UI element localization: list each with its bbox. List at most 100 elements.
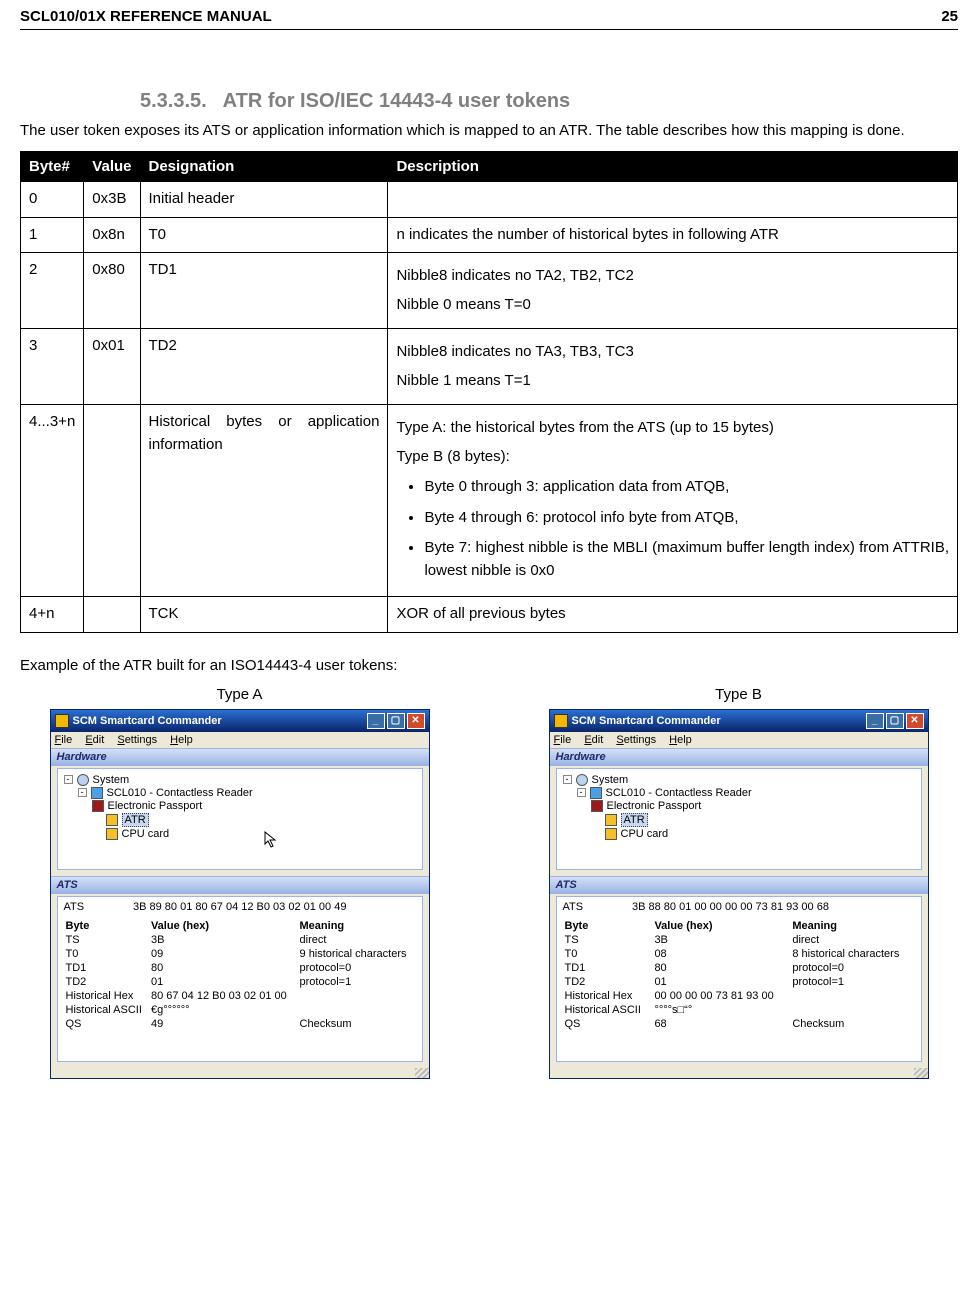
- cell-line: Nibble8 indicates no TA2, TB2, TC2: [396, 265, 949, 288]
- expand-icon[interactable]: -: [563, 775, 572, 784]
- tree-atr-selected[interactable]: ATR: [621, 813, 648, 827]
- cell-line: Type B (8 bytes):: [396, 446, 949, 469]
- cell: 01: [652, 975, 790, 989]
- cell: Nibble8 indicates no TA3, TB3, TC3 Nibbl…: [388, 329, 958, 405]
- cpu-icon: [106, 828, 118, 840]
- maximize-button[interactable]: ▢: [886, 713, 904, 729]
- menu-edit[interactable]: Edit: [85, 734, 104, 746]
- tree-passport[interactable]: Electronic Passport: [607, 800, 702, 812]
- cell: direct: [790, 933, 914, 947]
- cell: 3B: [652, 933, 790, 947]
- cell: TS: [64, 933, 149, 947]
- hardware-tree[interactable]: -System -SCL010 - Contactless Reader Ele…: [556, 768, 922, 870]
- cell: protocol=0: [790, 961, 914, 975]
- passport-icon: [591, 800, 603, 812]
- menu-help[interactable]: Help: [669, 734, 692, 746]
- app-icon: [55, 714, 69, 728]
- close-button[interactable]: ✕: [407, 713, 425, 729]
- menubar: File Edit Settings Help: [51, 732, 429, 748]
- th-byte: Byte#: [21, 152, 84, 182]
- minimize-button[interactable]: _: [367, 713, 385, 729]
- list-item: Byte 7: highest nibble is the MBLI (maxi…: [424, 537, 949, 582]
- tree-cpu[interactable]: CPU card: [122, 828, 170, 840]
- cell: 0x8n: [84, 217, 140, 253]
- cell-line: Nibble 1 means T=1: [396, 370, 949, 393]
- hardware-header: Hardware: [51, 748, 429, 766]
- minimize-button[interactable]: _: [866, 713, 884, 729]
- system-icon: [576, 774, 588, 786]
- table-row: 4+n TCK XOR of all previous bytes: [21, 597, 958, 633]
- cell-line: Type A: the historical bytes from the AT…: [396, 417, 949, 440]
- menubar: File Edit Settings Help: [550, 732, 928, 748]
- cell: [298, 1003, 416, 1017]
- col-meaning: Meaning: [298, 919, 416, 933]
- tree-system[interactable]: System: [93, 774, 130, 786]
- menu-edit[interactable]: Edit: [584, 734, 603, 746]
- tree-cpu[interactable]: CPU card: [621, 828, 669, 840]
- col-value: Value (hex): [652, 919, 790, 933]
- hardware-header: Hardware: [550, 748, 928, 766]
- th-designation: Designation: [140, 152, 388, 182]
- cell: TD2: [64, 975, 149, 989]
- reader-icon: [590, 787, 602, 799]
- cell: 2: [21, 253, 84, 329]
- col-byte: Byte: [64, 919, 149, 933]
- cell: 8 historical characters: [790, 947, 914, 961]
- cell: Type A: the historical bytes from the AT…: [388, 405, 958, 597]
- resize-grip[interactable]: [415, 1068, 429, 1078]
- cell: protocol=1: [790, 975, 914, 989]
- cell: QS: [64, 1017, 149, 1031]
- menu-file[interactable]: File: [55, 734, 73, 746]
- tree-atr-selected[interactable]: ATR: [122, 813, 149, 827]
- section-title: ATR for ISO/IEC 14443-4 user tokens: [223, 90, 571, 112]
- cell: 00 00 00 00 73 81 93 00: [652, 989, 790, 1003]
- cell: 4+n: [21, 597, 84, 633]
- atr-icon: [605, 814, 617, 826]
- cell: protocol=0: [298, 961, 416, 975]
- cell: 3B: [149, 933, 298, 947]
- cell: 0x80: [84, 253, 140, 329]
- window-title: SCM Smartcard Commander: [73, 715, 222, 727]
- expand-icon[interactable]: -: [577, 788, 586, 797]
- cell: T0: [563, 947, 653, 961]
- maximize-button[interactable]: ▢: [387, 713, 405, 729]
- cell: 0: [21, 182, 84, 218]
- titlebar[interactable]: SCM Smartcard Commander _ ▢ ✕: [550, 710, 928, 732]
- ats-table: ByteValue (hex)Meaning TS3Bdirect T0099 …: [64, 919, 416, 1031]
- passport-icon: [92, 800, 104, 812]
- expand-icon[interactable]: -: [64, 775, 73, 784]
- menu-file[interactable]: File: [554, 734, 572, 746]
- menu-help[interactable]: Help: [170, 734, 193, 746]
- th-value: Value: [84, 152, 140, 182]
- expand-icon[interactable]: -: [78, 788, 87, 797]
- tree-system[interactable]: System: [592, 774, 629, 786]
- ats-header: ATS: [51, 876, 429, 894]
- tree-reader[interactable]: SCL010 - Contactless Reader: [606, 787, 752, 799]
- cell: 08: [652, 947, 790, 961]
- cell: 1: [21, 217, 84, 253]
- doc-title: SCL010/01X REFERENCE MANUAL: [20, 8, 272, 25]
- cell: 68: [652, 1017, 790, 1031]
- cell: Historical Hex: [64, 989, 149, 1003]
- tree-passport[interactable]: Electronic Passport: [108, 800, 203, 812]
- menu-settings[interactable]: Settings: [117, 734, 157, 746]
- type-b-label: Type B: [519, 686, 958, 703]
- page-number: 25: [941, 8, 958, 25]
- hardware-tree[interactable]: -System -SCL010 - Contactless Reader Ele…: [57, 768, 423, 870]
- cpu-icon: [605, 828, 617, 840]
- table-row: 2 0x80 TD1 Nibble8 indicates no TA2, TB2…: [21, 253, 958, 329]
- cell: 0x01: [84, 329, 140, 405]
- window-type-b: SCM Smartcard Commander _ ▢ ✕ File Edit …: [549, 709, 929, 1079]
- screenshot-row: Type A SCM Smartcard Commander _ ▢ ✕ Fil…: [20, 686, 958, 1079]
- system-icon: [77, 774, 89, 786]
- menu-settings[interactable]: Settings: [616, 734, 656, 746]
- cell: 49: [149, 1017, 298, 1031]
- cell-line: Nibble8 indicates no TA3, TB3, TC3: [396, 341, 949, 364]
- cell: TCK: [140, 597, 388, 633]
- example-caption: Example of the ATR built for an ISO14443…: [20, 657, 958, 674]
- tree-reader[interactable]: SCL010 - Contactless Reader: [107, 787, 253, 799]
- cell: Initial header: [140, 182, 388, 218]
- titlebar[interactable]: SCM Smartcard Commander _ ▢ ✕: [51, 710, 429, 732]
- resize-grip[interactable]: [914, 1068, 928, 1078]
- close-button[interactable]: ✕: [906, 713, 924, 729]
